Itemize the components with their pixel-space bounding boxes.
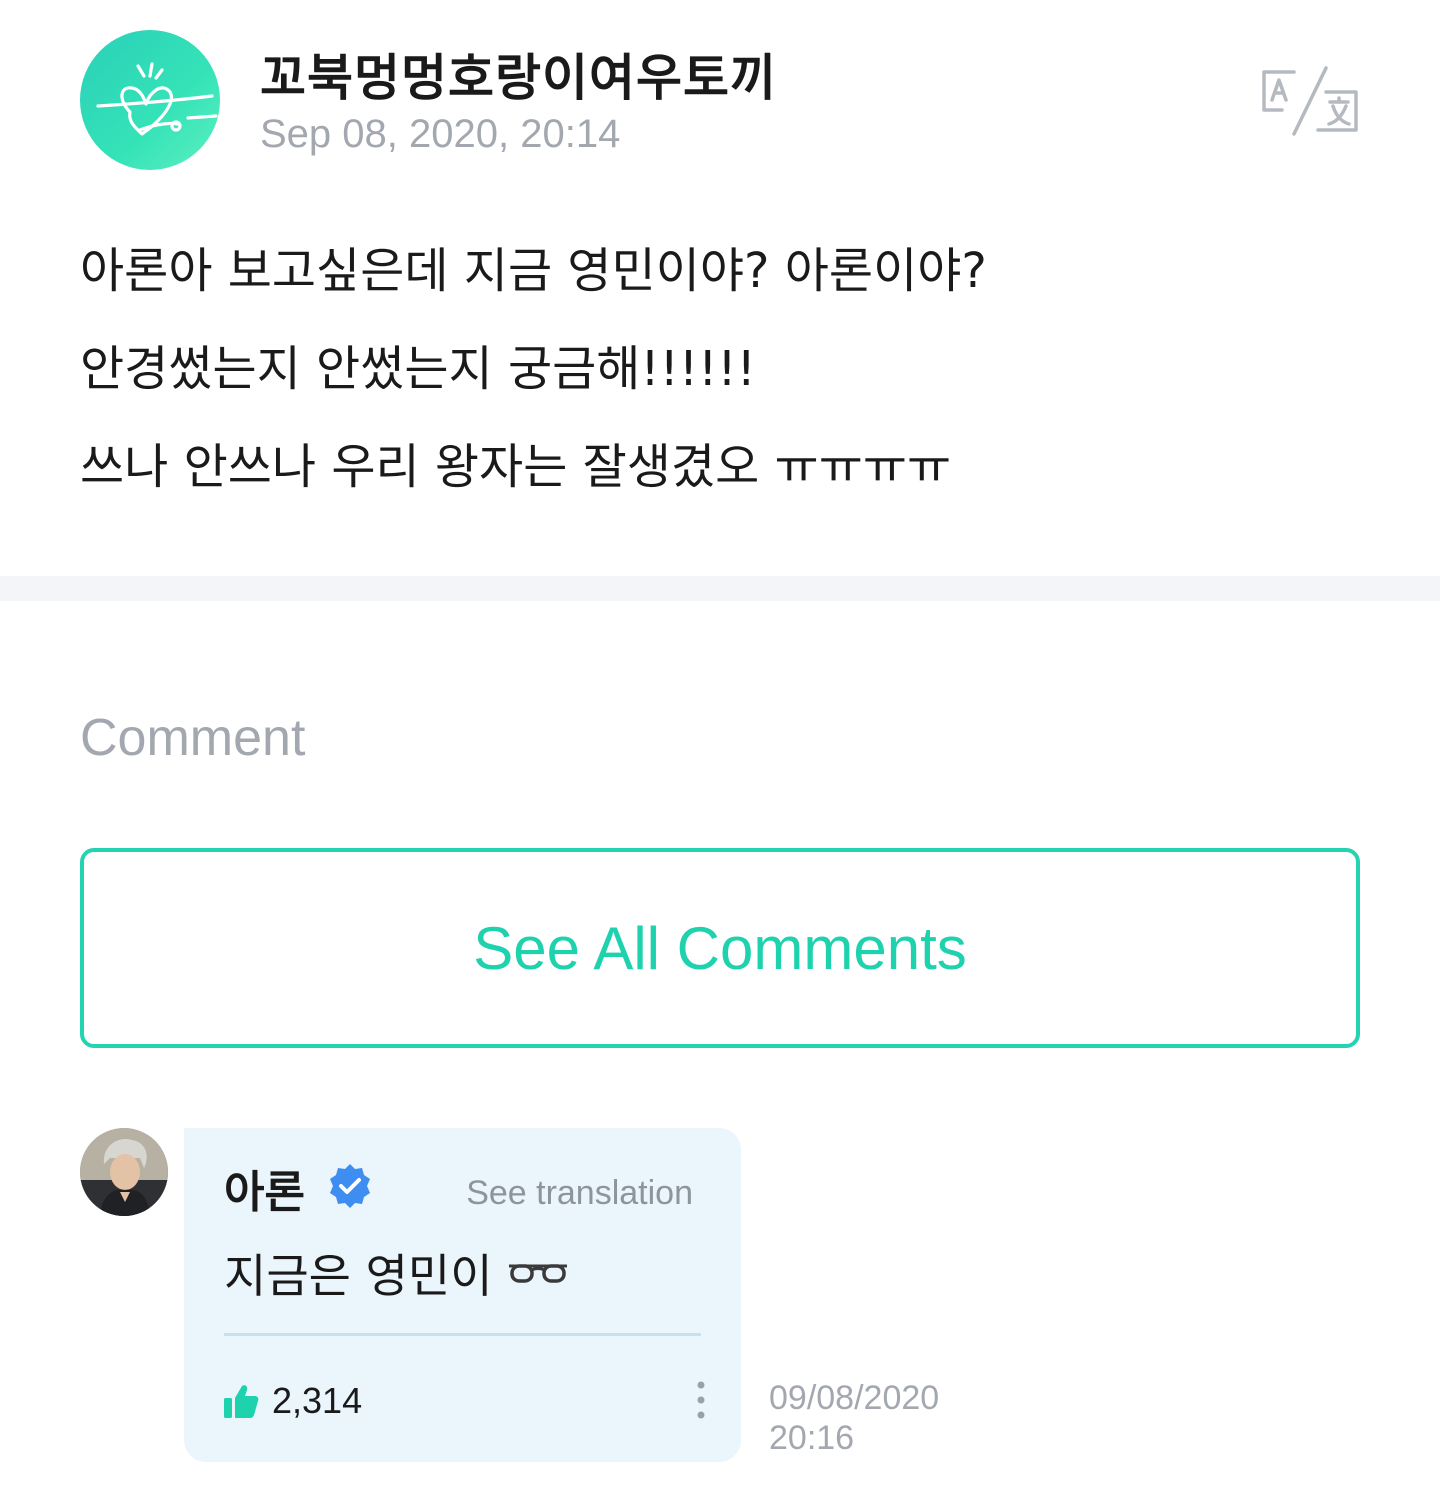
post-body: 아론아 보고싶은데 지금 영민이야? 아론이야? 안경썼는지 안썼는지 궁금해!… [80,222,1360,516]
profile-photo [80,1128,168,1216]
thumbs-up-icon [224,1385,259,1418]
author-name[interactable]: 꼬북멍멍호랑이여우토끼 [260,38,777,110]
comment-section-heading: Comment [80,709,306,767]
post-text-line: 안경썼는지 안썼는지 궁금해!!!!!! [80,341,756,397]
more-options-icon[interactable] [691,1378,711,1422]
commenter-name[interactable]: 아론 [224,1156,305,1220]
comment-text-row: 지금은 영민이 [224,1240,569,1306]
like-count: 2,314 [272,1380,363,1421]
post-text-line: 쓰나 안쓰나 우리 왕자는 잘생겼오 ㅠㅠㅠㅠ [80,439,952,495]
signature-logo-icon [96,62,218,136]
verified-badge-icon [326,1162,374,1210]
comment-timestamp: 09/08/2020 20:16 [769,1378,939,1458]
see-all-comments-label: See All Comments [473,914,967,982]
commenter-avatar[interactable] [80,1128,168,1216]
like-button[interactable]: 2,314 [222,1380,362,1422]
post-text-line: 아론아 보고싶은데 지금 영민이야? 아론이야? [80,243,987,299]
post-date: Sep 08, 2020, 20:14 [260,112,621,156]
translate-icon[interactable] [1260,66,1360,136]
section-divider [0,576,1440,601]
comment-text: 지금은 영민이 [224,1249,493,1303]
see-all-comments-button[interactable]: See All Comments [80,848,1360,1048]
comment-divider [224,1333,701,1336]
comment-time: 20:16 [769,1419,855,1457]
author-avatar[interactable] [80,30,220,170]
post-header: 꼬북멍멍호랑이여우토끼 Sep 08, 2020, 20:14 [80,30,1360,170]
glasses-icon [508,1264,567,1283]
post-detail-page: 꼬북멍멍호랑이여우토끼 Sep 08, 2020, 20:14 아론아 보고싶은… [0,0,1440,1497]
see-translation-link[interactable]: See translation [466,1174,693,1213]
comment-bubble: 아론 See translation 지금은 영민이 2,314 [184,1128,741,1462]
comment-date: 09/08/2020 [769,1379,940,1417]
